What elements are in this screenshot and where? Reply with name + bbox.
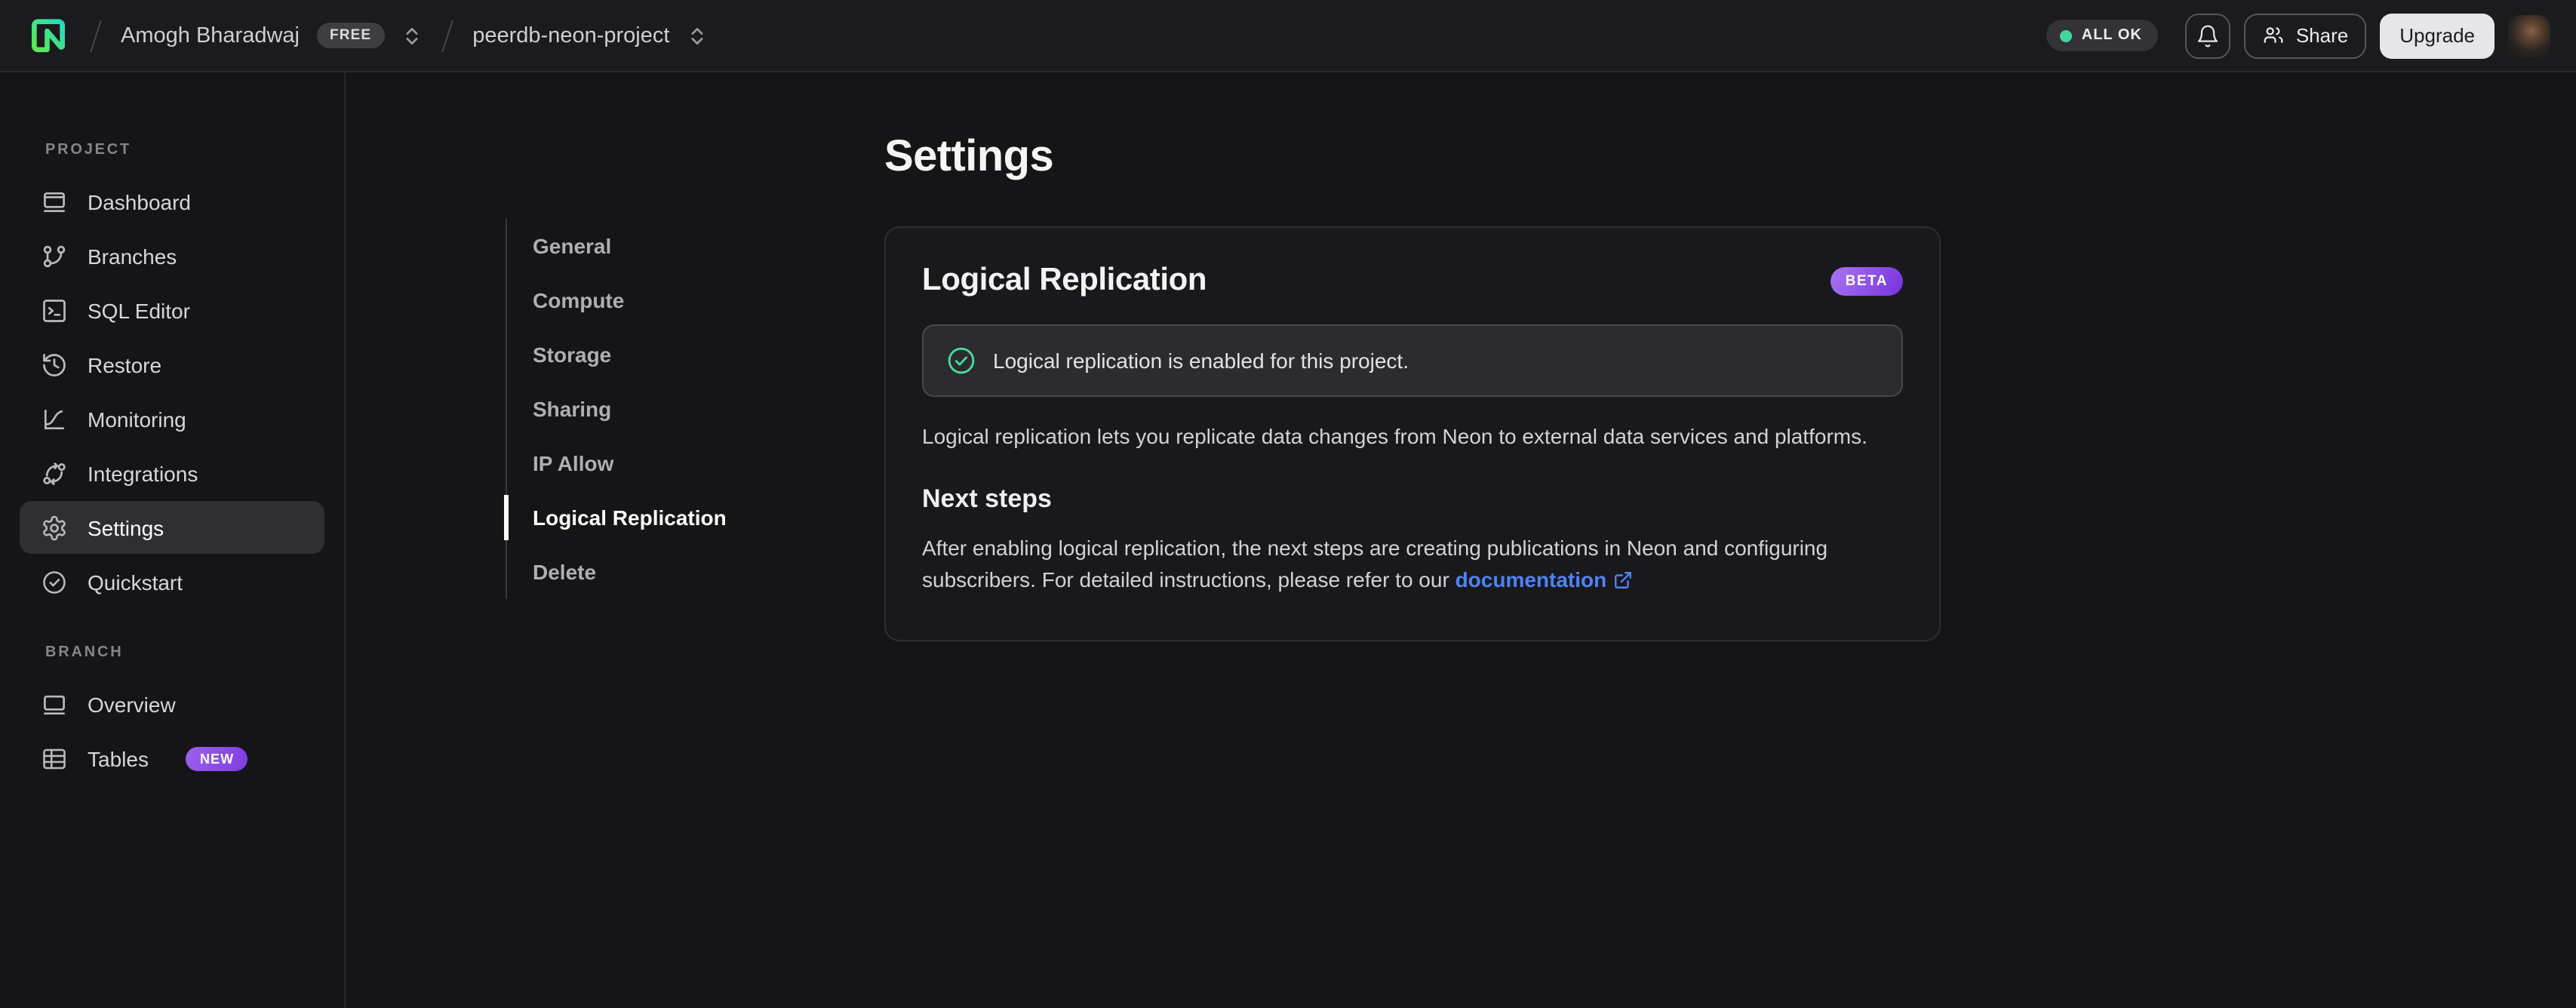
- next-steps-title: Next steps: [922, 484, 1052, 513]
- sidebar-item-label: Dashboard: [88, 189, 191, 214]
- sidebar-item-label: Quickstart: [88, 570, 183, 594]
- dashboard-icon: [41, 188, 68, 215]
- share-label: Share: [2295, 24, 2349, 47]
- settings-subnav: General Compute Storage Sharing IP Allow…: [503, 219, 727, 599]
- subnav-item-delete[interactable]: Delete: [507, 545, 727, 599]
- status-dot-icon: [2060, 29, 2073, 41]
- subnav-item-compute[interactable]: Compute: [507, 273, 727, 327]
- sidebar-section-branch: BRANCH: [45, 644, 124, 661]
- sidebar-item-label: Integrations: [88, 461, 198, 485]
- check-circle-icon: [946, 346, 976, 376]
- beta-badge: BETA: [1830, 266, 1903, 295]
- upgrade-button[interactable]: Upgrade: [2380, 13, 2495, 58]
- new-badge: NEW: [186, 746, 248, 770]
- success-banner: Logical replication is enabled for this …: [922, 324, 1903, 397]
- sidebar-item-tables[interactable]: Tables NEW: [20, 732, 324, 785]
- topbar: Amogh Bharadwaj FREE peerdb-neon-project…: [0, 0, 2576, 72]
- status-pill[interactable]: ALL OK: [2046, 20, 2159, 51]
- settings-page: Settings Logical Replication BETA Logica…: [884, 133, 1941, 641]
- next-steps-text: After enabling logical replication, the …: [922, 533, 1903, 599]
- project-name[interactable]: peerdb-neon-project: [472, 23, 669, 48]
- sidebar-item-overview[interactable]: Overview: [20, 678, 324, 730]
- plan-badge: FREE: [316, 23, 386, 48]
- external-link-icon[interactable]: [1612, 567, 1632, 599]
- sidebar-item-branches[interactable]: Branches: [20, 229, 324, 282]
- chart-icon: [41, 405, 68, 432]
- banner-text: Logical replication is enabled for this …: [993, 349, 1409, 373]
- subnav-item-sharing[interactable]: Sharing: [507, 382, 727, 436]
- breadcrumb-divider: [441, 19, 453, 52]
- sidebar-item-restore[interactable]: Restore: [20, 338, 324, 391]
- subnav-item-logical-replication[interactable]: Logical Replication: [503, 490, 727, 545]
- card-description: Logical replication lets you replicate d…: [922, 424, 1867, 448]
- subnav-item-ip-allow[interactable]: IP Allow: [507, 436, 727, 490]
- breadcrumb: Amogh Bharadwaj FREE peerdb-neon-project: [26, 13, 2047, 58]
- sidebar-item-label: Restore: [88, 352, 162, 376]
- sidebar-item-label: Overview: [88, 692, 176, 716]
- sidebar-item-label: Monitoring: [88, 407, 186, 431]
- sidebar-item-monitoring[interactable]: Monitoring: [20, 392, 324, 445]
- sidebar-item-dashboard[interactable]: Dashboard: [20, 175, 324, 228]
- neon-logo-icon[interactable]: [26, 13, 71, 58]
- users-icon: [2263, 24, 2286, 47]
- check-circle-icon: [41, 568, 68, 595]
- bell-icon: [2196, 23, 2221, 48]
- card-title: Logical Replication: [922, 263, 1207, 297]
- window-icon: [41, 690, 68, 718]
- sidebar-item-settings[interactable]: Settings: [20, 501, 324, 554]
- history-icon: [41, 351, 68, 378]
- sidebar-section-project: PROJECT: [45, 142, 132, 158]
- status-label: ALL OK: [2081, 27, 2142, 44]
- terminal-icon: [41, 297, 68, 324]
- share-button[interactable]: Share: [2244, 13, 2367, 58]
- sidebar-item-label: Tables: [88, 746, 149, 770]
- page-title: Settings: [884, 133, 1054, 181]
- breadcrumb-divider: [90, 19, 102, 52]
- user-avatar[interactable]: [2508, 14, 2550, 57]
- subnav-item-storage[interactable]: Storage: [507, 327, 727, 382]
- sidebar-item-quickstart[interactable]: Quickstart: [20, 555, 324, 608]
- sidebar-item-label: SQL Editor: [88, 298, 190, 322]
- sidebar-item-label: Branches: [88, 244, 177, 268]
- org-name[interactable]: Amogh Bharadwaj: [121, 23, 300, 48]
- table-icon: [41, 745, 68, 772]
- documentation-link[interactable]: documentation: [1456, 567, 1607, 592]
- git-branch-icon: [41, 242, 68, 269]
- sidebar: PROJECT Dashboard Branches SQL Editor Re…: [0, 72, 346, 1008]
- subnav-item-general[interactable]: General: [507, 219, 727, 273]
- project-switcher-chevrons-icon[interactable]: [686, 25, 707, 46]
- notifications-button[interactable]: [2185, 13, 2231, 58]
- topbar-actions: ALL OK Share Upgrade: [2046, 13, 2550, 58]
- next-steps-body: After enabling logical replication, the …: [922, 536, 1828, 592]
- neon-console: Amogh Bharadwaj FREE peerdb-neon-project…: [0, 0, 2576, 1008]
- content-area: General Compute Storage Sharing IP Allow…: [346, 72, 2576, 1008]
- sidebar-item-integrations[interactable]: Integrations: [20, 447, 324, 499]
- sidebar-item-label: Settings: [88, 515, 164, 539]
- gear-icon: [41, 514, 68, 541]
- org-switcher-chevrons-icon[interactable]: [401, 25, 423, 46]
- logical-replication-card: Logical Replication BETA Logical replica…: [884, 226, 1941, 641]
- sidebar-item-sql-editor[interactable]: SQL Editor: [20, 284, 324, 337]
- integrations-icon: [41, 459, 68, 487]
